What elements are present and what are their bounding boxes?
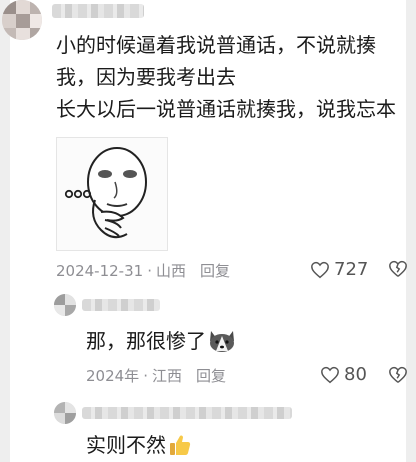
- meta-separator: ·: [147, 262, 152, 280]
- heart-outline-icon: [321, 366, 339, 383]
- avatar[interactable]: [2, 0, 42, 40]
- dislike-button[interactable]: [388, 260, 408, 282]
- reply-text: 那，那很惨了: [86, 328, 236, 360]
- comment-text-line: 长大以后一说普通话就揍我，说我忘本: [56, 97, 396, 121]
- dislike-button[interactable]: [388, 366, 408, 388]
- username-blurred[interactable]: [82, 407, 292, 419]
- reply-text: 实则不然: [86, 432, 192, 462]
- meta-separator: ·: [143, 367, 148, 385]
- like-button[interactable]: 727: [310, 259, 368, 280]
- comment-date: 2024年: [86, 367, 140, 385]
- like-count: 727: [334, 259, 369, 280]
- avatar[interactable]: [54, 294, 76, 316]
- username-blurred[interactable]: [82, 299, 160, 311]
- comment-text-line: 我，因为要我考出去: [56, 65, 236, 89]
- comment-text-line: 小的时候逼着我说普通话，不说就揍: [56, 33, 376, 57]
- reply-button[interactable]: 回复: [200, 262, 230, 280]
- broken-heart-icon: [389, 366, 407, 383]
- comment-date: 2024-12-31: [56, 262, 144, 280]
- reply-text-content: 那，那很惨了: [86, 329, 206, 353]
- like-button[interactable]: 80: [320, 364, 367, 385]
- avatar[interactable]: [54, 402, 76, 424]
- thinking-face-meme-sticker[interactable]: [56, 137, 168, 251]
- like-count: 80: [344, 364, 367, 385]
- left-edge-strip: [0, 0, 10, 462]
- comment-location: 江西: [151, 367, 182, 385]
- comment-meta: 2024年 · 江西 回复: [86, 365, 226, 386]
- right-edge-strip: [406, 0, 416, 462]
- comment-location: 山西: [155, 262, 186, 280]
- comment-meta: 2024-12-31 · 山西 回复: [56, 260, 230, 281]
- reply-button[interactable]: 回复: [196, 367, 226, 385]
- thumbs-up-emoji: [168, 433, 192, 462]
- username-blurred[interactable]: [52, 4, 144, 18]
- reply-text-content: 实则不然: [86, 433, 166, 457]
- husky-dog-face-emoji: [208, 329, 236, 360]
- broken-heart-icon: [389, 260, 407, 277]
- heart-outline-icon: [311, 261, 329, 278]
